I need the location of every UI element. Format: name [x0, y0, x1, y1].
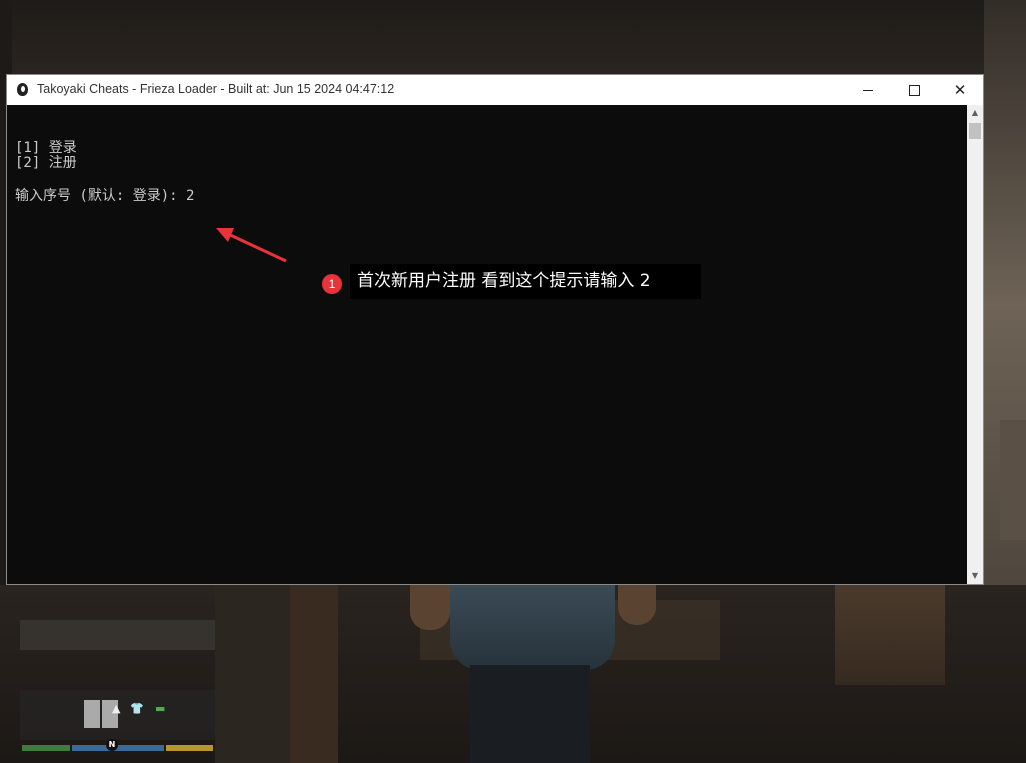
character-torso [450, 585, 615, 670]
scroll-down-icon[interactable]: ▼ [967, 568, 983, 584]
annotation-arrow-icon [216, 228, 287, 263]
vertical-scrollbar[interactable]: ▲ ▼ [967, 105, 983, 584]
scroll-up-icon[interactable]: ▲ [967, 105, 983, 121]
scroll-thumb[interactable] [969, 123, 981, 139]
annotation-callout: 首次新用户注册 看到这个提示请输入 2 [350, 264, 701, 299]
maximize-icon [908, 84, 920, 96]
armor-bar [72, 745, 164, 751]
minimize-button[interactable] [845, 75, 891, 105]
minimize-icon [863, 89, 873, 91]
app-icon [17, 83, 28, 96]
background-door-frame [215, 585, 295, 763]
maximize-button[interactable] [891, 75, 937, 105]
character-left-arm [410, 585, 450, 630]
stamina-bar [166, 745, 213, 751]
annotation-step-badge: 1 [322, 274, 342, 294]
health-bar [22, 745, 70, 751]
close-button[interactable]: ✕ [937, 75, 983, 105]
minimap-shirt-icon: 👕 [130, 702, 144, 715]
minimap-vehicle-icon: ▬ [155, 702, 166, 715]
background-ceiling [0, 0, 1026, 80]
minimap-north-label: N [106, 739, 118, 751]
minimap: ▲ 👕 ▬ [20, 690, 215, 740]
background-cabinet [835, 585, 945, 685]
minimap-player-icon: ▲ [112, 702, 121, 715]
game-scene: ▲ 👕 ▬ N Takoyaki Cheats - Frieza Loader … [0, 0, 1026, 763]
character-legs [470, 665, 590, 763]
character-right-arm [618, 585, 656, 625]
window-title: Takoyaki Cheats - Frieza Loader - Built … [37, 82, 395, 96]
background-light-strip [20, 620, 215, 650]
console-window: Takoyaki Cheats - Frieza Loader - Built … [6, 74, 984, 585]
console-line-prompt: 输入序号 (默认: 登录): 2 [15, 188, 195, 204]
close-icon: ✕ [953, 80, 967, 99]
title-bar[interactable]: Takoyaki Cheats - Frieza Loader - Built … [7, 75, 983, 105]
minimap-card [84, 700, 100, 728]
background-wall-panel [1000, 420, 1026, 540]
background-door [290, 585, 338, 763]
console-line-option-register: [2] 注册 [15, 155, 77, 171]
console-output[interactable]: [1] 登录 [2] 注册 输入序号 (默认: 登录): 2 [7, 105, 967, 584]
